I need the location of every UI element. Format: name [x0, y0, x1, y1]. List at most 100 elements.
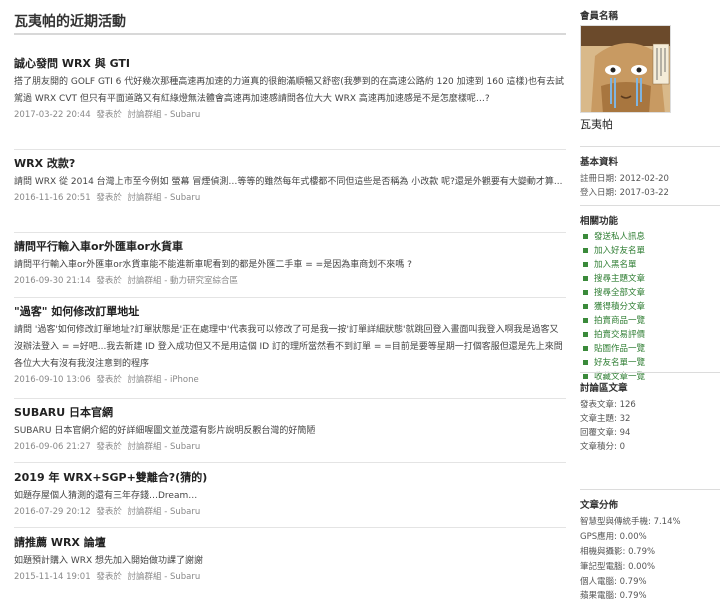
functions-heading: 相關功能: [580, 216, 619, 227]
post-title-link[interactable]: "過客" 如何修改訂單地址: [14, 303, 566, 319]
function-item[interactable]: 搜尋主題文章: [580, 272, 645, 284]
bullet-icon: [583, 359, 588, 365]
post-posted-in: 發表於: [96, 442, 122, 452]
activity-main: 瓦夷帕的近期活動 誠心發問 WRX 與 GTI 搭了朋友開的 GOLF GTI …: [14, 0, 566, 600]
post-item: 請問平行輸入車or外匯車or水貨車 請問平行輸入車or外匯車or水貨車能不能進新…: [14, 238, 566, 288]
forum-posts-heading: 討論區文章: [580, 383, 628, 394]
distribution-item: 相機與攝影: 0.79%: [580, 547, 656, 557]
post-date: 2017-03-22 20:44: [14, 110, 91, 120]
post-date: 2016-09-06 21:27: [14, 442, 91, 452]
title-divider: [14, 33, 566, 35]
post-divider: [14, 232, 566, 233]
page-title: 瓦夷帕的近期活動: [14, 14, 126, 30]
post-meta: 2016-09-06 21:27 發表於 討論群組 - Subaru: [14, 440, 566, 454]
post-posted-in: 發表於: [96, 375, 122, 385]
function-item[interactable]: 貼圖作品一覽: [580, 342, 645, 354]
post-date: 2016-11-16 20:51: [14, 193, 91, 203]
post-title-link[interactable]: 誠心發問 WRX 與 GTI: [14, 55, 566, 71]
function-item[interactable]: 搜尋全部文章: [580, 286, 645, 298]
bullet-icon: [583, 233, 588, 239]
post-meta: 2016-07-29 20:12 發表於 討論群組 - Subaru: [14, 505, 566, 519]
post-date: 2015-11-14 19:01: [14, 572, 91, 582]
bullet-icon: [583, 289, 588, 295]
post-title-link[interactable]: 請推薦 WRX 論壇: [14, 534, 566, 550]
post-date: 2016-09-30 21:14: [14, 276, 91, 286]
bullet-icon: [583, 331, 588, 337]
post-date: 2016-09-10 13:06: [14, 375, 91, 385]
distribution-item: 蘋果電腦: 0.79%: [580, 591, 647, 600]
post-posted-in: 發表於: [96, 507, 122, 517]
function-item[interactable]: 好友名單一覽: [580, 356, 645, 368]
function-link[interactable]: 搜尋全部文章: [594, 288, 645, 298]
register-date: 註冊日期: 2012-02-20: [580, 174, 669, 184]
post-excerpt: SUBARU 日本官網介紹的好詳細喔圖文並茂還有影片說明反觀台灣的好簡陋: [14, 426, 316, 436]
sidebar-divider: [580, 372, 720, 373]
profile-sidebar: 會員名稱 瓦夷帕 基本資料 註冊日期: 2012-02-20 登入日期: 201…: [580, 0, 720, 600]
post-excerpt: 請問平行輸入車or外匯車or水貨車能不能進新車呢看到的都是外匯二手車 = =是因…: [14, 260, 412, 270]
function-item[interactable]: 拍賣交易評價: [580, 328, 645, 340]
post-posted-in: 發表於: [96, 193, 122, 203]
post-excerpt: 如題預計購入 WRX 想先加入開始做功課了謝謝: [14, 556, 204, 566]
function-item[interactable]: 加入黑名單: [580, 258, 637, 270]
post-meta: 2015-11-14 19:01 發表於 討論群組 - Subaru: [14, 570, 566, 584]
post-divider: [14, 398, 566, 399]
post-divider: [14, 297, 566, 298]
function-link[interactable]: 加入好友名單: [594, 246, 645, 256]
basic-info-heading: 基本資料: [580, 157, 619, 168]
function-item[interactable]: 加入好友名單: [580, 244, 645, 256]
bullet-icon: [583, 317, 588, 323]
bullet-icon: [583, 345, 588, 351]
function-link[interactable]: 拍賣商品一覽: [594, 316, 645, 326]
post-forum-link[interactable]: 討論群組 - Subaru: [128, 572, 201, 582]
post-divider: [14, 462, 566, 463]
post-excerpt: 搭了朋友開的 GOLF GTI 6 代好幾次那種高速再加速的力道真的很飽滿順暢又…: [14, 77, 565, 104]
function-link[interactable]: 貼圖作品一覽: [594, 344, 645, 354]
post-item: SUBARU 日本官網 SUBARU 日本官網介紹的好詳細喔圖文並茂還有影片說明…: [14, 404, 566, 454]
avatar[interactable]: [580, 25, 671, 113]
post-divider: [14, 527, 566, 528]
avatar-image: [581, 26, 670, 112]
post-title-link[interactable]: 請問平行輸入車or外匯車or水貨車: [14, 238, 566, 254]
function-link[interactable]: 發送私人訊息: [594, 232, 645, 242]
forum-stat: 發表文章: 126: [580, 400, 636, 410]
post-meta: 2016-11-16 20:51 發表於 討論群組 - Subaru: [14, 191, 566, 205]
function-item[interactable]: 發送私人訊息: [580, 230, 645, 242]
function-link[interactable]: 加入黑名單: [594, 260, 637, 270]
post-item: 請推薦 WRX 論壇 如題預計購入 WRX 想先加入開始做功課了謝謝 2015-…: [14, 534, 566, 584]
post-title-link[interactable]: WRX 改款?: [14, 155, 566, 171]
post-forum-link[interactable]: 討論群組 - Subaru: [128, 507, 201, 517]
function-item[interactable]: 獲得積分文章: [580, 300, 645, 312]
post-excerpt: 如題存屋個人猜測的還有三年存錢…Dream…: [14, 491, 198, 501]
post-title-link[interactable]: SUBARU 日本官網: [14, 404, 566, 420]
post-posted-in: 發表於: [96, 572, 122, 582]
post-forum-link[interactable]: 討論群組 - 動力研究室綜合區: [128, 276, 238, 286]
member-name-heading: 會員名稱: [580, 11, 619, 22]
bullet-icon: [583, 373, 588, 379]
bullet-icon: [583, 247, 588, 253]
post-posted-in: 發表於: [96, 276, 122, 286]
distribution-item: 個人電腦: 0.79%: [580, 577, 647, 587]
function-item[interactable]: 拍賣商品一覽: [580, 314, 645, 326]
post-forum-link[interactable]: 討論群組 - Subaru: [128, 193, 201, 203]
post-item: 誠心發問 WRX 與 GTI 搭了朋友開的 GOLF GTI 6 代好幾次那種高…: [14, 55, 566, 122]
post-date: 2016-07-29 20:12: [14, 507, 91, 517]
function-link[interactable]: 拍賣交易評價: [594, 330, 645, 340]
post-title-link[interactable]: 2019 年 WRX+SGP+雙離合?(猜的): [14, 469, 566, 485]
function-link[interactable]: 獲得積分文章: [594, 302, 645, 312]
bullet-icon: [583, 261, 588, 267]
post-forum-link[interactable]: 討論群組 - iPhone: [128, 375, 199, 385]
function-link[interactable]: 好友名單一覽: [594, 358, 645, 368]
bullet-icon: [583, 303, 588, 309]
distribution-item: GPS應用: 0.00%: [580, 532, 647, 542]
distribution-heading: 文章分佈: [580, 500, 619, 511]
login-date: 登入日期: 2017-03-22: [580, 188, 669, 198]
post-forum-link[interactable]: 討論群組 - Subaru: [128, 442, 201, 452]
sidebar-divider: [580, 205, 720, 206]
post-item: "過客" 如何修改訂單地址 請問 '過客'如何修改訂單地址?訂單狀態是'正在處理…: [14, 303, 566, 387]
bullet-icon: [583, 275, 588, 281]
post-forum-link[interactable]: 討論群組 - Subaru: [128, 110, 201, 120]
function-link[interactable]: 搜尋主題文章: [594, 274, 645, 284]
sidebar-divider: [580, 146, 720, 147]
post-divider: [14, 149, 566, 150]
sidebar-divider: [580, 489, 720, 490]
